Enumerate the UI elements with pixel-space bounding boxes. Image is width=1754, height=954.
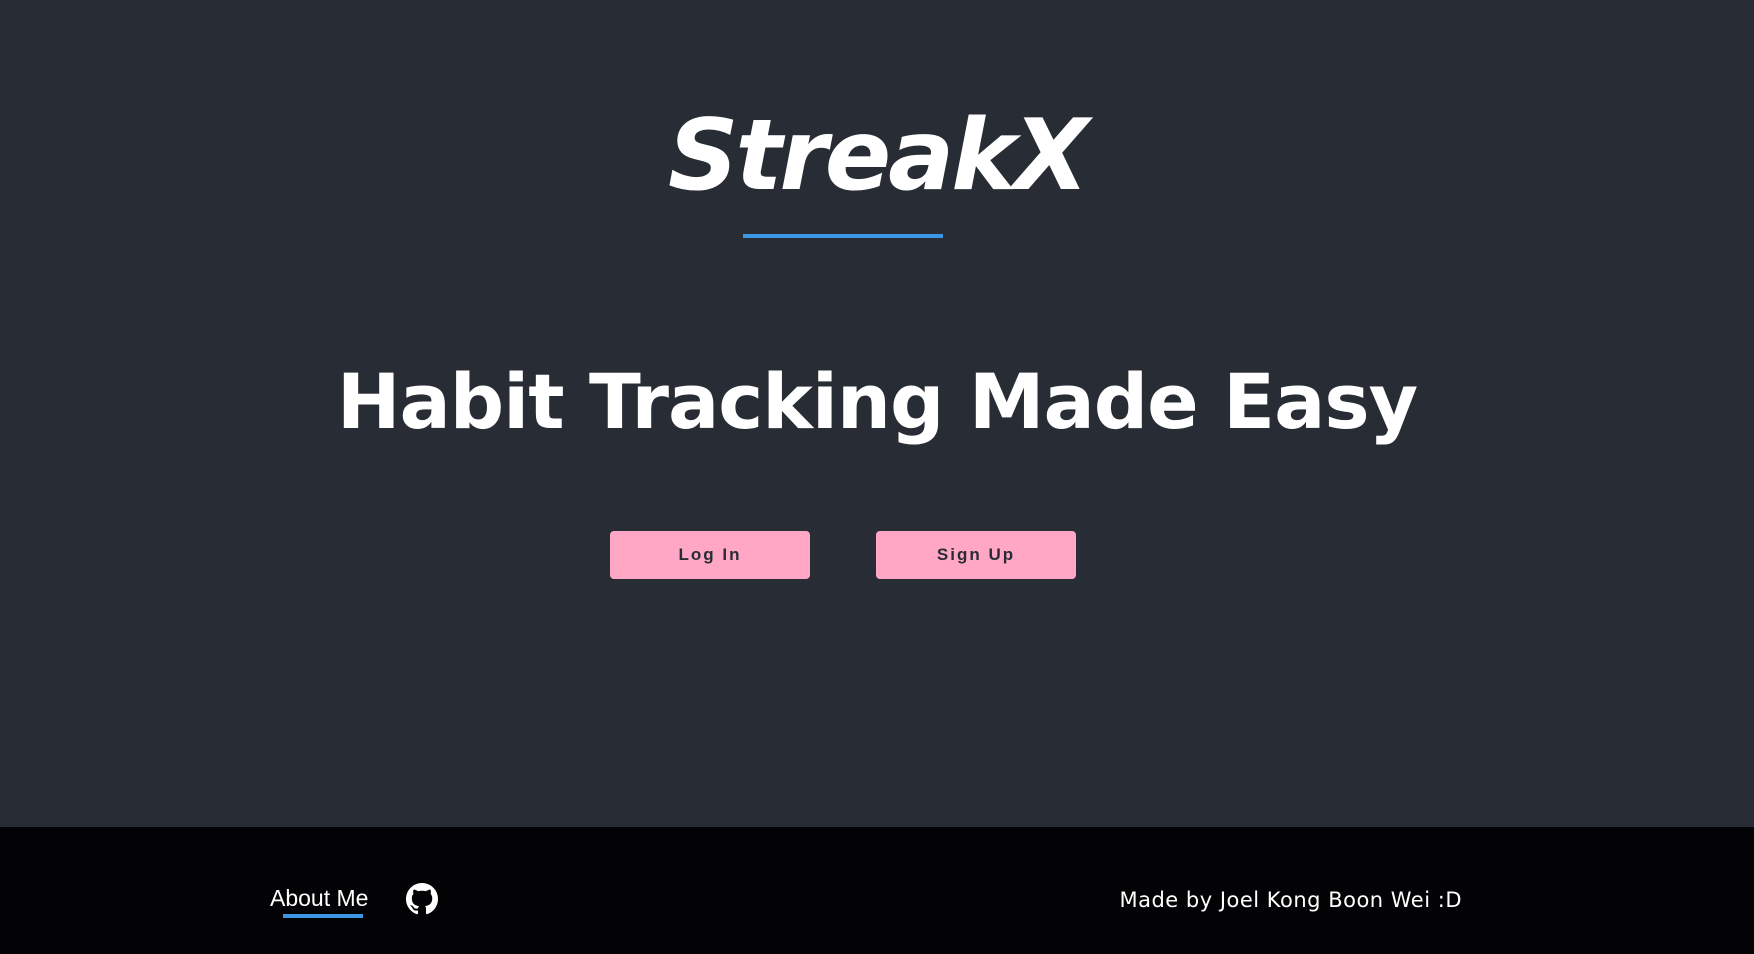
about-me-link[interactable]: About Me bbox=[270, 883, 368, 913]
landing-page: StreakX Habit Tracking Made Easy Log In … bbox=[0, 0, 1754, 954]
login-button[interactable]: Log In bbox=[610, 531, 810, 579]
github-icon[interactable] bbox=[406, 883, 438, 915]
about-me-underline bbox=[283, 914, 363, 918]
brand-title: StreakX bbox=[667, 99, 1089, 213]
hero-section: StreakX Habit Tracking Made Easy Log In … bbox=[0, 0, 1754, 827]
author-credit: Made by Joel Kong Boon Wei :D bbox=[1119, 888, 1462, 912]
footer bbox=[0, 827, 1754, 954]
brand-underline bbox=[743, 234, 943, 238]
page-headline: Habit Tracking Made Easy bbox=[336, 357, 1418, 446]
signup-button[interactable]: Sign Up bbox=[876, 531, 1076, 579]
